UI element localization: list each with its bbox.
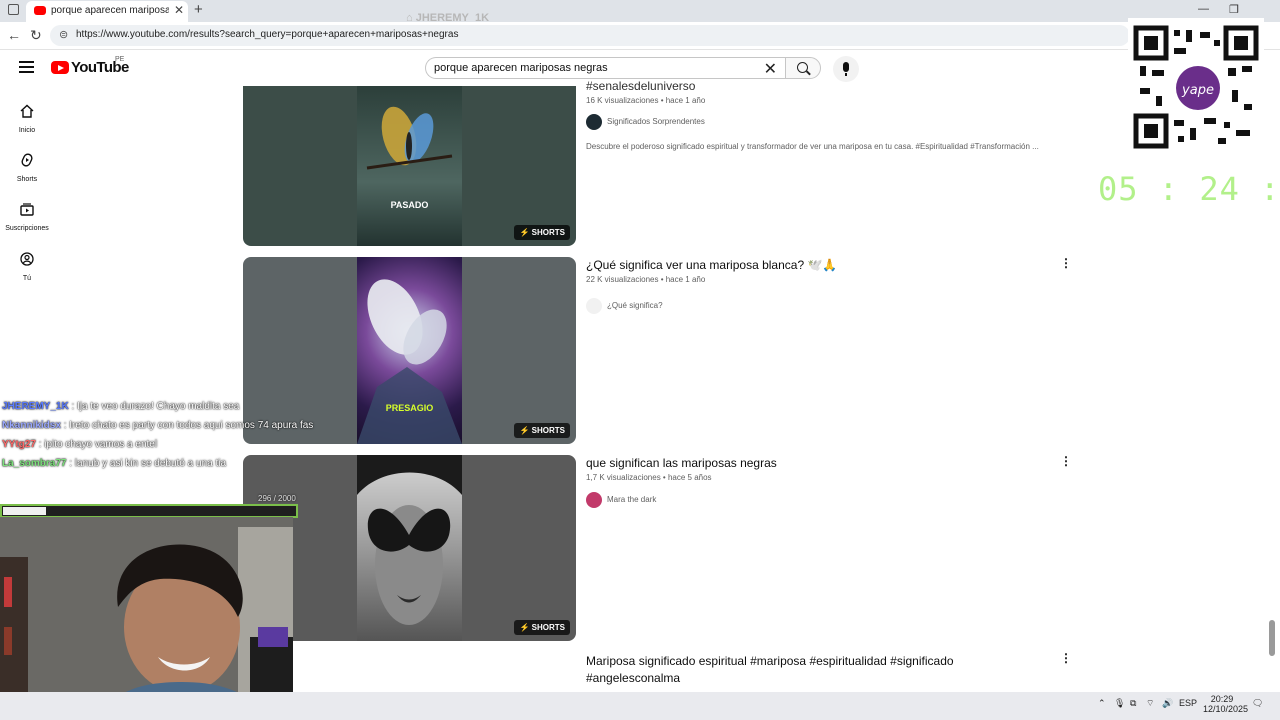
sidebar-item-subscriptions[interactable]: Suscripciones	[0, 196, 54, 244]
avatar	[586, 492, 602, 508]
search-button[interactable]	[785, 57, 821, 79]
result-title[interactable]: #senalesdeluniverso	[586, 79, 695, 93]
result-description: Descubre el poderoso significado espirit…	[586, 142, 1039, 151]
clock-time: 20:29	[1210, 694, 1234, 704]
result-meta: 16 K visualizaciones • hace 1 año	[586, 96, 706, 105]
result-thumbnail[interactable]: PASADO ⚡ SHORTS	[243, 86, 576, 246]
goal-progress-bar	[0, 504, 298, 518]
chat-message: Nkannikidsx : Ireto chato es party con t…	[2, 420, 314, 431]
sidebar-item-label: Tú	[22, 275, 32, 282]
stream-timer: 05 : 24 : 53	[1098, 170, 1280, 208]
webcam-image	[0, 517, 293, 720]
butterfly-face-icon	[357, 455, 462, 625]
thumbnail-caption: PASADO	[390, 200, 429, 210]
you-icon	[20, 252, 34, 266]
shorts-badge: ⚡ SHORTS	[514, 423, 570, 438]
search-input[interactable]: porque aparecen mariposas negras ✕	[425, 57, 785, 79]
site-info-icon[interactable]: ⊜	[59, 28, 68, 41]
result-title[interactable]: Mariposa significado espiritual #maripos…	[586, 654, 954, 668]
wifi-icon[interactable]: ⌔	[1146, 698, 1154, 709]
thumbnail-caption: PRESAGIO	[385, 403, 434, 413]
new-tab-button[interactable]: +	[194, 1, 203, 18]
chat-message: JHEREMY_1K : Ija te veo durazo! Chayo ma…	[2, 401, 240, 412]
url-field[interactable]: ⊜ https://www.youtube.com/results?search…	[50, 25, 1130, 46]
minimize-button[interactable]: —	[1198, 3, 1209, 15]
tab-title: porque aparecen mariposas negras	[51, 5, 169, 16]
qr-code-icon: yape	[1133, 25, 1259, 149]
menu-icon[interactable]	[19, 61, 34, 73]
sidebar-item-label: Shorts	[16, 176, 38, 183]
windows-taskbar: ⌃ 🎙 ⧉ ⌔ 🔊 ESP 20:29 12/10/2025 🗨	[0, 692, 1280, 720]
svg-text:yape: yape	[1181, 83, 1214, 98]
sidebar-item-home[interactable]: Inicio	[0, 98, 54, 146]
language-indicator[interactable]: ESP	[1179, 698, 1197, 708]
result-channel[interactable]: ¿Qué significa?	[586, 298, 663, 314]
youtube-favicon-icon	[34, 6, 46, 15]
shorts-badge: ⚡ SHORTS	[514, 620, 570, 635]
browser-tab[interactable]: porque aparecen mariposas negras ✕	[26, 1, 188, 22]
scrollbar-thumb[interactable]	[1269, 620, 1275, 656]
reload-icon[interactable]: ↻	[30, 27, 42, 44]
tray-chevron-icon[interactable]: ⌃	[1098, 698, 1106, 709]
microphone-icon	[843, 62, 849, 76]
result-channel[interactable]: Significados Sorprendentes	[586, 114, 705, 130]
goal-progress-text: 296 / 2000	[258, 494, 296, 503]
result-meta: 22 K visualizaciones • hace 1 año	[586, 275, 706, 284]
chat-message: YYtg27 : ipito chayo vamos a entel	[2, 439, 158, 450]
url-text: https://www.youtube.com/results?search_q…	[76, 29, 459, 40]
butterfly-icon	[366, 106, 453, 170]
notifications-icon[interactable]: 🗨	[1252, 698, 1263, 709]
more-actions-icon[interactable]: ⋮	[1060, 454, 1072, 468]
country-code: PE	[115, 56, 125, 63]
tab-actions-icon[interactable]	[8, 4, 19, 15]
result-title-continued[interactable]: #angelesconalma	[586, 671, 680, 685]
address-bar-row: ← ↻ ⊜ https://www.youtube.com/results?se…	[0, 22, 1280, 50]
butterfly-icon	[357, 279, 462, 444]
result-title[interactable]: que significan las mariposas negras	[586, 456, 777, 470]
voice-search-button[interactable]	[833, 56, 859, 82]
shorts-icon	[21, 153, 33, 167]
mini-sidebar: Inicio Shorts Suscripciones Tú	[0, 86, 54, 396]
yape-qr-code: yape	[1128, 18, 1264, 154]
search-icon	[797, 62, 808, 73]
sidebar-item-label: Suscripciones	[5, 225, 49, 232]
clock[interactable]: 20:29 12/10/2025	[1203, 694, 1249, 714]
home-icon	[20, 104, 34, 118]
more-actions-icon[interactable]: ⋮	[1060, 651, 1072, 665]
maximize-button[interactable]: ❐	[1229, 3, 1239, 16]
avatar	[586, 114, 602, 130]
sidebar-item-you[interactable]: Tú	[0, 246, 54, 294]
webcam-feed	[0, 517, 293, 720]
thumbnail-image: PASADO	[357, 86, 462, 246]
search-value: porque aparecen mariposas negras	[434, 62, 608, 74]
more-actions-icon[interactable]: ⋮	[1060, 256, 1072, 270]
youtube-play-icon	[51, 61, 69, 74]
result-thumbnail[interactable]: PRESAGIO ⚡ SHORTS	[243, 257, 576, 444]
chat-message: La_sombra77 : lanub y asi kin se debutó …	[2, 458, 227, 469]
result-title[interactable]: ¿Qué significa ver una mariposa blanca? …	[586, 258, 837, 272]
network-icon[interactable]: ⧉	[1130, 698, 1136, 709]
sidebar-item-label: Inicio	[18, 127, 36, 134]
page-scrollbar[interactable]	[1268, 86, 1276, 686]
shorts-badge: ⚡ SHORTS	[514, 225, 570, 240]
microphone-tray-icon[interactable]: 🎙	[1114, 698, 1125, 709]
goal-progress-fill	[3, 507, 46, 515]
thumbnail-image	[357, 455, 462, 641]
clear-search-icon[interactable]: ✕	[764, 59, 777, 79]
back-icon[interactable]: ←	[7, 27, 21, 43]
browser-tab-bar: porque aparecen mariposas negras ✕ + ⌂ J…	[0, 0, 1280, 24]
avatar	[586, 298, 602, 314]
thumbnail-image: PRESAGIO	[357, 257, 462, 444]
volume-icon[interactable]: 🔊	[1162, 698, 1173, 709]
clock-date: 12/10/2025	[1203, 704, 1249, 714]
result-meta: 1,7 K visualizaciones • hace 5 años	[586, 473, 712, 482]
tab-close-icon[interactable]: ✕	[174, 3, 184, 17]
sidebar-item-shorts[interactable]: Shorts	[0, 147, 54, 195]
subscriptions-icon	[20, 203, 34, 216]
result-channel[interactable]: Mara the dark	[586, 492, 656, 508]
